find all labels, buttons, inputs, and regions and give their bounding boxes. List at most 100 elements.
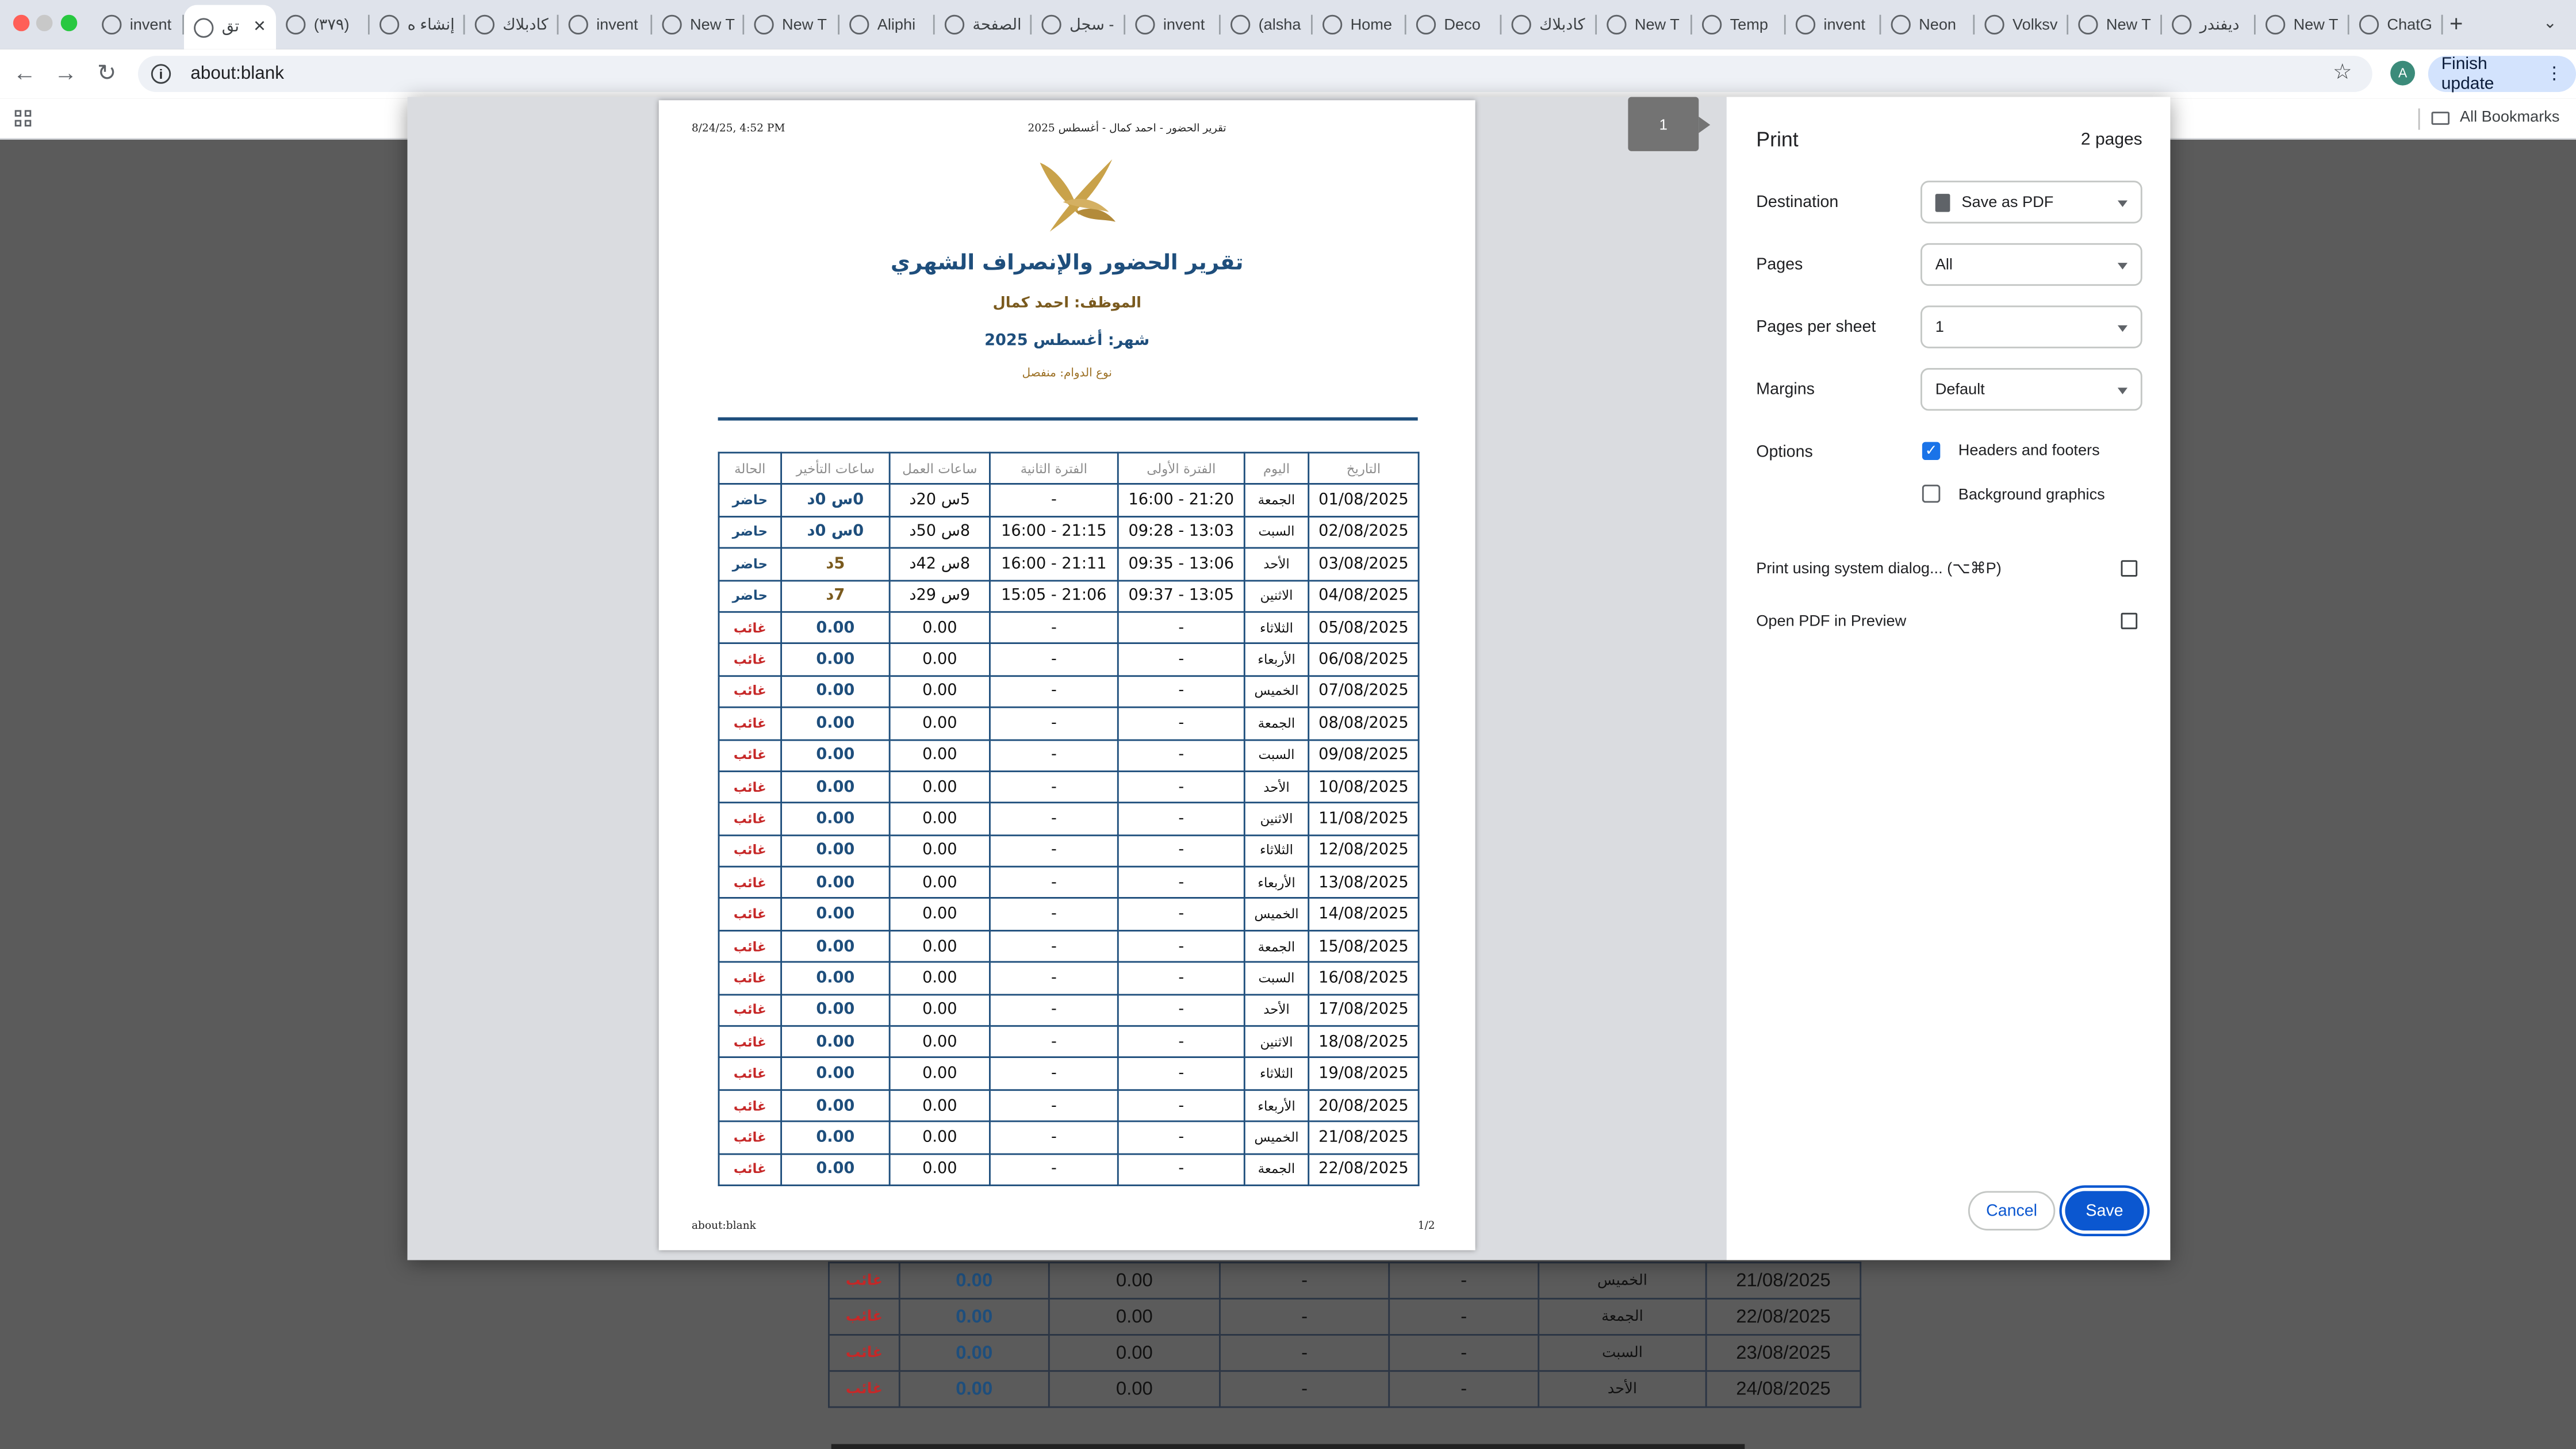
browser-tab[interactable]: Home bbox=[1313, 6, 1406, 43]
table-cell: 0.00 bbox=[888, 738, 991, 772]
browser-tab[interactable]: New T bbox=[652, 6, 745, 43]
save-button[interactable]: Save bbox=[2065, 1191, 2144, 1230]
profile-avatar[interactable]: A bbox=[2390, 60, 2415, 86]
table-cell: 0.00 bbox=[888, 865, 991, 900]
browser-tab[interactable]: كادبلاك bbox=[1501, 6, 1597, 43]
tab-favicon-icon bbox=[1891, 14, 1911, 34]
forward-arrow-icon[interactable]: → bbox=[51, 59, 80, 86]
browser-tab[interactable]: (alsha bbox=[1221, 6, 1313, 43]
browser-tab[interactable]: invent bbox=[558, 6, 653, 43]
pages-per-sheet-select[interactable]: 1 bbox=[1920, 305, 2142, 348]
site-info-icon[interactable]: i bbox=[151, 64, 171, 84]
table-cell: 0.00 bbox=[888, 611, 991, 645]
open-external-icon[interactable] bbox=[2121, 560, 2138, 577]
table-row: غائب 0.00 0.00- - السبت 09/08/2025 bbox=[718, 738, 1420, 772]
employee-name: الموظف: احمد كمال bbox=[992, 296, 1141, 312]
tab-label: الصفحة bbox=[972, 16, 1022, 34]
table-cell: الجمعة bbox=[1243, 929, 1310, 964]
table-cell: 09:35 - 13:06 bbox=[1117, 547, 1245, 581]
table-cell: 0س 0د bbox=[780, 484, 891, 518]
column-header: ساعات التأخير bbox=[780, 451, 891, 486]
table-cell: 06/08/2025 bbox=[1308, 643, 1420, 677]
margins-select[interactable]: Default bbox=[1920, 368, 2142, 411]
browser-tab[interactable]: ChatG bbox=[2349, 6, 2443, 43]
table-cell: - bbox=[1117, 1121, 1245, 1155]
table-cell: 0.00 bbox=[780, 993, 891, 1027]
browser-tab[interactable]: New T bbox=[744, 6, 839, 43]
background-graphics-checkbox[interactable] bbox=[1922, 484, 1941, 503]
browser-tab[interactable]: إنشاء ه bbox=[370, 6, 465, 43]
browser-tab[interactable]: ديفندر bbox=[2162, 6, 2256, 43]
apps-grid-icon[interactable] bbox=[14, 110, 32, 126]
table-row: غائب 0.00 0.00- - الأحد 17/08/2025 bbox=[718, 993, 1420, 1027]
reload-icon[interactable]: ↻ bbox=[92, 59, 121, 87]
table-cell: غائب bbox=[718, 993, 782, 1027]
browser-tab[interactable]: Deco bbox=[1406, 6, 1502, 43]
back-arrow-icon[interactable]: ← bbox=[10, 59, 39, 86]
table-cell: 0.00 bbox=[780, 961, 891, 995]
table-cell: 12/08/2025 bbox=[1308, 834, 1420, 868]
table-cell: غائب bbox=[718, 802, 782, 836]
tab-search-chevron-icon[interactable]: ⌄ bbox=[2543, 15, 2557, 33]
destination-select[interactable]: Save as PDF bbox=[1920, 181, 2142, 224]
browser-tab[interactable]: invent bbox=[1125, 6, 1221, 43]
table-cell: - bbox=[989, 865, 1119, 900]
tab-favicon-icon bbox=[1702, 14, 1722, 34]
tab-label: Home bbox=[1350, 16, 1392, 34]
tab-label: تق bbox=[221, 18, 239, 36]
minimize-window-button[interactable] bbox=[36, 14, 53, 32]
table-cell: 0.00 bbox=[780, 865, 891, 900]
table-cell: 07/08/2025 bbox=[1308, 674, 1420, 708]
table-cell: الثلاثاء bbox=[1243, 1057, 1310, 1091]
close-tab-icon[interactable]: ✕ bbox=[253, 18, 266, 36]
table-cell: الأحد bbox=[1243, 993, 1310, 1027]
browser-tab[interactable]: invent bbox=[92, 6, 184, 43]
table-cell: 0.00 bbox=[780, 1121, 891, 1155]
headers-footers-checkbox[interactable]: ✓ bbox=[1922, 442, 1941, 460]
browser-tab[interactable]: سجل - bbox=[1032, 6, 1126, 43]
destination-label: Destination bbox=[1756, 194, 1839, 212]
browser-tab[interactable]: New T bbox=[2256, 6, 2349, 43]
tab-label: سجل - bbox=[1070, 16, 1114, 34]
table-cell: - bbox=[989, 674, 1119, 708]
browser-tab[interactable]: تق ✕ bbox=[184, 5, 276, 49]
browser-tab[interactable]: New T bbox=[2068, 6, 2162, 43]
all-bookmarks-button[interactable]: All Bookmarks bbox=[2432, 109, 2559, 126]
finish-update-button[interactable]: Finish update ⋮ bbox=[2428, 54, 2576, 94]
browser-tab[interactable]: (٣٧٩) bbox=[276, 6, 370, 43]
browser-tab[interactable]: الصفحة bbox=[935, 6, 1032, 43]
table-cell: - bbox=[989, 834, 1119, 868]
cancel-button[interactable]: Cancel bbox=[1968, 1191, 2056, 1230]
browser-tab[interactable]: كادبلاك bbox=[465, 6, 559, 43]
all-bookmarks-label: All Bookmarks bbox=[2459, 108, 2560, 126]
title-divider bbox=[718, 417, 1418, 421]
system-dialog-link[interactable]: Print using system dialog... (⌥⌘P) bbox=[1756, 560, 2002, 578]
browser-tab[interactable]: Aliphi bbox=[839, 6, 935, 43]
pages-select[interactable]: All bbox=[1920, 243, 2142, 286]
table-cell: 19/08/2025 bbox=[1308, 1057, 1420, 1091]
browser-tab[interactable]: Temp bbox=[1692, 6, 1786, 43]
open-external-icon[interactable] bbox=[2121, 612, 2138, 630]
page-footer-url: about:blank bbox=[691, 1219, 756, 1232]
table-cell: 0.00 bbox=[780, 929, 891, 964]
new-tab-button[interactable]: + bbox=[2450, 10, 2463, 36]
table-cell: 0.00 bbox=[888, 1152, 991, 1186]
tab-favicon-icon bbox=[1041, 14, 1061, 34]
tab-favicon-icon bbox=[2266, 14, 2286, 34]
tab-favicon-icon bbox=[474, 14, 494, 34]
close-window-button[interactable] bbox=[13, 14, 30, 32]
tab-label: New T bbox=[2293, 16, 2339, 34]
browser-tab[interactable]: Volksv bbox=[1975, 6, 2069, 43]
table-cell: غائب bbox=[718, 770, 782, 804]
table-cell: 7د bbox=[780, 579, 891, 613]
browser-tab[interactable]: invent bbox=[1786, 6, 1881, 43]
table-cell: - bbox=[1219, 1262, 1390, 1300]
browser-tab[interactable]: Neon bbox=[1881, 6, 1975, 43]
tab-favicon-icon bbox=[2359, 14, 2379, 34]
browser-tab[interactable]: New T bbox=[1597, 6, 1692, 43]
maximize-window-button[interactable] bbox=[60, 14, 78, 32]
bookmark-star-icon[interactable]: ☆ bbox=[2333, 59, 2352, 86]
address-bar[interactable]: i about:blank bbox=[138, 56, 2372, 92]
table-row: غائب 0.00 0.00- - الأحد 24/08/2025 bbox=[828, 1370, 1862, 1408]
open-preview-link[interactable]: Open PDF in Preview bbox=[1756, 613, 1906, 631]
